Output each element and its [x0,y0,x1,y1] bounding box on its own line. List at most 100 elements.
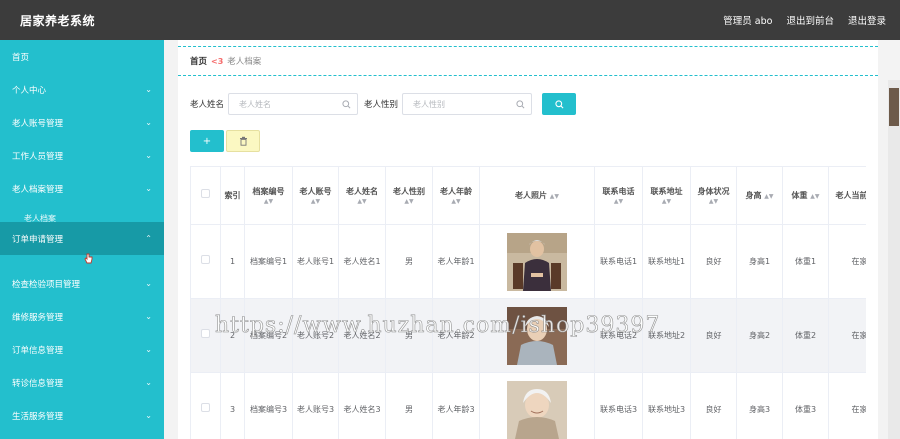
top-right-links: 管理员 abo 退出到前台 退出登录 [723,13,886,27]
sort-icon[interactable]: ▲▼ [693,198,734,206]
column-header[interactable]: 老人照片 ▲▼ [479,166,595,225]
trash-icon [239,136,247,146]
plus-icon: + [202,135,212,147]
sort-icon[interactable]: ▲▼ [295,198,336,206]
status-cell: 在家 [828,298,866,373]
phone-cell: 联系电话1 [594,224,643,299]
sidebar-item-order-applications[interactable]: 订单申请管理 ⌃ [0,222,164,255]
weight-cell: 体重2 [782,298,829,373]
elder-name-field[interactable] [228,93,359,115]
column-header[interactable]: 档案编号 ▲▼ [244,166,293,225]
column-header[interactable]: 老人年龄 ▲▼ [432,166,480,225]
delete-button[interactable] [226,130,260,152]
column-header[interactable]: 体重 ▲▼ [782,166,829,225]
elder-photo [507,232,567,291]
table-row[interactable]: 3 档案编号3 老人账号3 老人姓名3 男 老人年龄3 联系电话3 联系地址3 … [190,372,866,439]
elder-gender-label: 老人性别 [364,100,399,110]
sort-icon[interactable]: ▲▼ [341,198,383,206]
row-select-cell[interactable] [190,372,221,439]
sidebar-item-label: 维修服务管理 [12,312,64,323]
back-to-frontend-link[interactable]: 退出到前台 [786,13,834,27]
column-header: 索引 [220,166,245,225]
health-cell: 良好 [690,372,737,439]
column-header[interactable]: 老人姓名 ▲▼ [338,166,386,225]
sidebar-item-label: 订单信息管理 [12,345,64,356]
column-header[interactable]: 身高 ▲▼ [736,166,783,225]
height-cell: 身高1 [736,224,783,299]
column-header[interactable]: 身体状况 ▲▼ [690,166,737,225]
row-select-cell[interactable] [190,224,221,299]
breadcrumb-home[interactable]: 首页 [190,55,207,67]
main-content: 首页 <3 老人档案 老人姓名 老人性别 [178,40,878,439]
name-cell: 老人姓名3 [338,372,386,439]
sidebar-item-label: 生活服务管理 [12,411,64,422]
sidebar-item-label: 转诊信息管理 [12,378,64,389]
elder-archive-table: 索引 档案编号 ▲▼ 老人账号 ▲▼ 老人姓名 ▲▼ 老人性别 ▲▼ 老人年龄 ▲▼ 老人… [190,166,866,439]
elder-gender-input[interactable] [413,99,514,109]
table-row[interactable]: 1 档案编号1 老人账号1 老人姓名1 男 老人年龄1 联系电话1 联系地址1 … [190,224,866,299]
sidebar-item-repair-services[interactable]: 维修服务管理 ⌄ [0,300,164,333]
sidebar-item-label: 工作人员管理 [12,151,64,162]
sidebar-item-life-services[interactable]: 生活服务管理 ⌄ [0,399,164,432]
sidebar-item-home[interactable]: 首页 [0,40,164,73]
sidebar-item-staff[interactable]: 工作人员管理 ⌄ [0,139,164,172]
sidebar-item-elder-archives[interactable]: 老人档案管理 ⌄ [0,172,164,205]
sort-icon[interactable]: ▲▼ [810,193,819,200]
elder-gender-field[interactable] [402,93,533,115]
sidebar: 首页 个人中心 ⌄ 老人账号管理 ⌄ 工作人员管理 ⌄ 老人档案管理 ⌄ 老人档… [0,40,164,439]
hand-cursor-icon [84,253,93,264]
photo-cell [479,224,595,299]
app-title: 居家养老系统 [20,13,96,28]
gender-cell: 男 [385,372,433,439]
height-cell: 身高3 [736,372,783,439]
sort-icon[interactable]: ▲▼ [645,198,688,206]
watermark-text: https://www.huzhan.com/ishop39397 [215,313,661,339]
elder-name-input[interactable] [239,99,340,109]
status-cell: 在家 [828,224,866,299]
column-header[interactable]: 老人账号 ▲▼ [292,166,339,225]
top-bar: 居家养老系统 管理员 abo 退出到前台 退出登录 [0,0,900,40]
side-thumbnail [889,88,899,126]
select-all-checkbox[interactable] [201,189,210,198]
search-button[interactable] [542,93,577,115]
sort-icon[interactable]: ▲▼ [550,193,559,200]
select-all-cell[interactable] [190,166,221,225]
row-checkbox[interactable] [201,329,210,338]
sort-icon[interactable]: ▲▼ [435,198,477,206]
add-button[interactable]: + [190,130,224,152]
column-header: 老人当前状态 [828,166,866,225]
archive-no-cell: 档案编号1 [244,224,293,299]
sort-icon[interactable]: ▲▼ [764,193,773,200]
chevron-down-icon: ⌄ [145,345,152,354]
table-header-row: 索引 档案编号 ▲▼ 老人账号 ▲▼ 老人姓名 ▲▼ 老人性别 ▲▼ 老人年龄 ▲▼ 老人… [190,166,866,225]
row-checkbox[interactable] [201,403,210,412]
name-cell: 老人姓名1 [338,224,386,299]
gender-cell: 男 [385,224,433,299]
column-header[interactable]: 联系电话 ▲▼ [594,166,643,225]
current-user: 管理员 abo [723,16,773,27]
sort-icon[interactable]: ▲▼ [597,198,640,206]
sidebar-item-label: 老人档案管理 [12,184,64,195]
sidebar-item-label: 老人账号管理 [12,118,64,129]
row-checkbox[interactable] [201,255,210,264]
sort-icon[interactable]: ▲▼ [388,198,430,206]
account-cell: 老人账号1 [292,224,339,299]
logout-link[interactable]: 退出登录 [848,13,886,27]
action-buttons: + [190,130,260,152]
page-scroll-edge [888,80,900,439]
sidebar-item-personal-center[interactable]: 个人中心 ⌄ [0,73,164,106]
chevron-down-icon: ⌄ [145,85,152,94]
sidebar-item-order-info[interactable]: 订单信息管理 ⌄ [0,333,164,366]
sidebar-item-elder-accounts[interactable]: 老人账号管理 ⌄ [0,106,164,139]
search-form: 老人姓名 老人性别 [190,93,577,115]
sidebar-item-referral-info[interactable]: 转诊信息管理 ⌄ [0,366,164,399]
address-cell: 联系地址1 [642,224,691,299]
chevron-down-icon: ⌄ [145,151,152,160]
column-header[interactable]: 联系地址 ▲▼ [642,166,691,225]
column-header[interactable]: 老人性别 ▲▼ [385,166,433,225]
index-cell: 1 [220,224,245,299]
elder-photo [507,380,567,439]
sidebar-item-inspection-projects[interactable]: 检查检验项目管理 ⌄ [0,267,164,300]
search-icon [342,99,351,108]
sort-icon[interactable]: ▲▼ [247,198,290,206]
